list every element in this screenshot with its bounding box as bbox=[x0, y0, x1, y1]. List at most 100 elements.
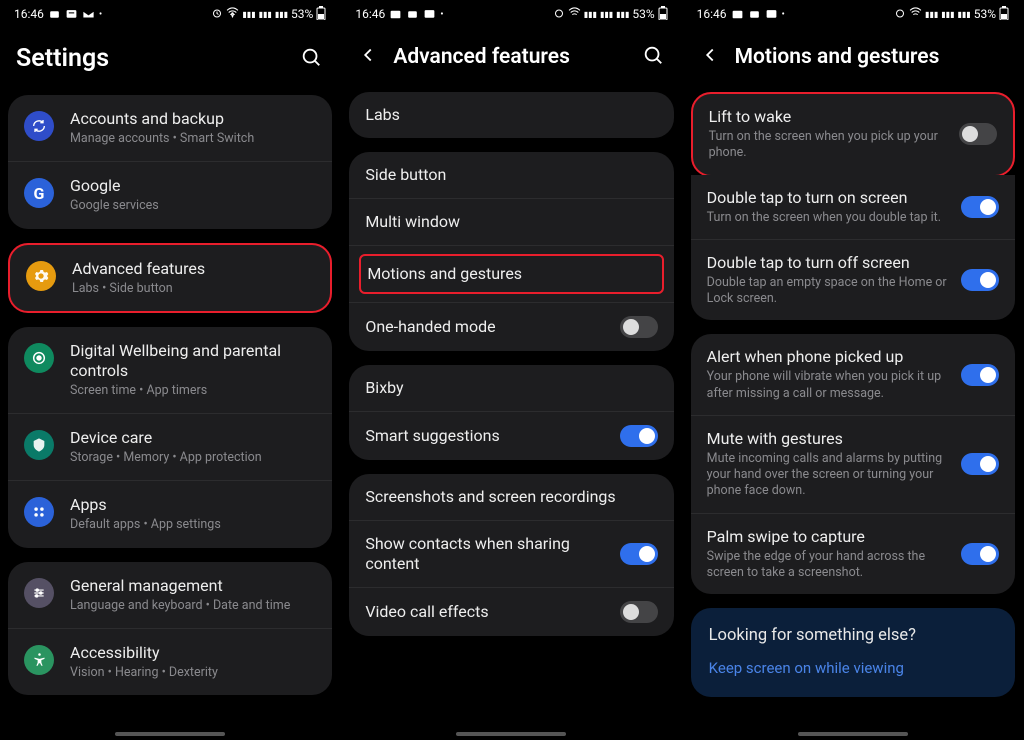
status-time: 16:46 bbox=[355, 7, 385, 21]
row-multi-window[interactable]: Multi window bbox=[349, 199, 673, 246]
page-title: Settings bbox=[16, 44, 288, 73]
row-alert-picked-up[interactable]: Alert when phone picked up Your phone wi… bbox=[691, 334, 1015, 416]
more-dot-icon: • bbox=[782, 9, 785, 20]
row-smart-suggestions[interactable]: Smart suggestions bbox=[349, 412, 673, 460]
row-mute-gestures[interactable]: Mute with gestures Mute incoming calls a… bbox=[691, 416, 1015, 514]
row-sub: Turn on the screen when you double tap i… bbox=[707, 210, 949, 226]
battery-icon bbox=[999, 6, 1009, 23]
battery-icon bbox=[658, 6, 668, 23]
row-title: Video call effects bbox=[365, 602, 607, 622]
switch-double-tap-off[interactable] bbox=[961, 269, 999, 291]
row-title: Double tap to turn off screen bbox=[707, 253, 949, 273]
switch-smart-suggestions[interactable] bbox=[620, 425, 658, 447]
switch-one-handed[interactable] bbox=[620, 316, 658, 338]
info-link-keep-screen-on[interactable]: Keep screen on while viewing bbox=[709, 659, 997, 677]
switch-alert-picked-up[interactable] bbox=[961, 364, 999, 386]
row-side-button[interactable]: Side button bbox=[349, 152, 673, 199]
row-title: Labs bbox=[365, 105, 657, 125]
signal-icon: ▮▮▮ bbox=[616, 10, 629, 19]
row-title: Alert when phone picked up bbox=[707, 347, 949, 367]
row-title: Digital Wellbeing and parental controls bbox=[70, 341, 316, 381]
more-dot-icon: • bbox=[440, 9, 443, 20]
status-bar: 16:46 • ▮▮▮ ▮▮▮ ▮▮▮ 53% bbox=[0, 0, 340, 28]
search-icon[interactable] bbox=[300, 46, 324, 72]
row-accounts-backup[interactable]: Accounts and backup Manage accounts • Sm… bbox=[8, 95, 332, 162]
row-sub: Vision • Hearing • Dexterity bbox=[70, 665, 316, 681]
back-icon[interactable] bbox=[357, 44, 381, 70]
signal-icon: ▮▮▮ bbox=[275, 10, 288, 19]
device-care-icon bbox=[24, 430, 54, 460]
sliders-icon bbox=[24, 578, 54, 608]
header: Advanced features bbox=[341, 28, 681, 92]
header: Settings bbox=[0, 28, 340, 95]
back-icon[interactable] bbox=[699, 44, 723, 70]
notif-icon bbox=[423, 8, 436, 21]
row-motions-gestures[interactable]: Motions and gestures bbox=[359, 254, 663, 294]
row-double-tap-off[interactable]: Double tap to turn off screen Double tap… bbox=[691, 240, 1015, 321]
nav-handle[interactable] bbox=[456, 732, 566, 736]
status-time: 16:46 bbox=[697, 7, 727, 21]
row-title: Advanced features bbox=[72, 259, 314, 279]
row-lift-to-wake[interactable]: Lift to wake Turn on the screen when you… bbox=[693, 94, 1013, 175]
switch-show-contacts[interactable] bbox=[620, 543, 658, 565]
row-sub: Language and keyboard • Date and time bbox=[70, 598, 316, 614]
row-one-handed-mode[interactable]: One-handed mode bbox=[349, 303, 673, 351]
row-title: Smart suggestions bbox=[365, 426, 607, 446]
row-bixby[interactable]: Bixby bbox=[349, 365, 673, 412]
switch-palm-swipe[interactable] bbox=[961, 543, 999, 565]
row-sub: Screen time • App timers bbox=[70, 383, 316, 399]
row-title: Multi window bbox=[365, 212, 657, 232]
alarm-icon bbox=[894, 7, 906, 22]
row-sub: Default apps • App settings bbox=[70, 517, 316, 533]
row-apps[interactable]: Apps Default apps • App settings bbox=[8, 481, 332, 547]
accessibility-icon bbox=[24, 645, 54, 675]
row-double-tap-on[interactable]: Double tap to turn on screen Turn on the… bbox=[691, 175, 1015, 240]
row-digital-wellbeing[interactable]: Digital Wellbeing and parental controls … bbox=[8, 327, 332, 414]
google-icon: G bbox=[24, 178, 54, 208]
wifi-icon bbox=[909, 6, 922, 22]
status-bar: 16:46 • ▮▮▮ ▮▮▮ ▮▮▮ 53% bbox=[341, 0, 681, 28]
row-title: General management bbox=[70, 576, 316, 596]
more-dot-icon: • bbox=[99, 9, 102, 20]
alarm-icon bbox=[553, 7, 565, 22]
row-google[interactable]: G Google Google services bbox=[8, 162, 332, 228]
apps-icon bbox=[24, 497, 54, 527]
mail-icon bbox=[82, 8, 95, 21]
nav-handle[interactable] bbox=[798, 732, 908, 736]
row-video-call-effects[interactable]: Video call effects bbox=[349, 588, 673, 636]
row-palm-swipe[interactable]: Palm swipe to capture Swipe the edge of … bbox=[691, 514, 1015, 595]
row-title: Show contacts when sharing content bbox=[365, 534, 607, 574]
row-advanced-features[interactable]: Advanced features Labs • Side button bbox=[10, 245, 330, 311]
switch-video-call[interactable] bbox=[620, 601, 658, 623]
row-screenshots-recordings[interactable]: Screenshots and screen recordings bbox=[349, 474, 673, 521]
row-accessibility[interactable]: Accessibility Vision • Hearing • Dexteri… bbox=[8, 629, 332, 695]
notif-icon bbox=[765, 8, 778, 21]
switch-double-tap-on[interactable] bbox=[961, 196, 999, 218]
signal-icon: ▮▮▮ bbox=[941, 10, 954, 19]
notif-icon bbox=[65, 8, 78, 21]
alarm-icon bbox=[211, 7, 223, 22]
notif-icon bbox=[48, 8, 61, 21]
wifi-icon bbox=[568, 6, 581, 22]
signal-icon: ▮▮▮ bbox=[259, 10, 272, 19]
row-title: Palm swipe to capture bbox=[707, 527, 949, 547]
row-sub: Turn on the screen when you pick up your… bbox=[709, 129, 947, 162]
row-title: Double tap to turn on screen bbox=[707, 188, 949, 208]
notif-icon bbox=[748, 8, 761, 21]
status-bar: 16:46 • ▮▮▮ ▮▮▮ ▮▮▮ 53% bbox=[683, 0, 1023, 28]
switch-mute-gestures[interactable] bbox=[961, 453, 999, 475]
pane-motions-gestures: 16:46 • ▮▮▮ ▮▮▮ ▮▮▮ 53% Motions and gest… bbox=[683, 0, 1024, 740]
row-labs[interactable]: Labs bbox=[349, 92, 673, 138]
switch-lift-to-wake[interactable] bbox=[959, 123, 997, 145]
row-title: Screenshots and screen recordings bbox=[365, 487, 657, 507]
search-icon[interactable] bbox=[642, 44, 666, 70]
row-title: Side button bbox=[365, 165, 657, 185]
row-show-contacts-sharing[interactable]: Show contacts when sharing content bbox=[349, 521, 673, 588]
row-general-management[interactable]: General management Language and keyboard… bbox=[8, 562, 332, 629]
battery-percent: 53% bbox=[291, 7, 313, 21]
nav-handle[interactable] bbox=[115, 732, 225, 736]
row-device-care[interactable]: Device care Storage • Memory • App prote… bbox=[8, 414, 332, 481]
info-card: Looking for something else? Keep screen … bbox=[691, 608, 1015, 697]
gear-icon bbox=[26, 261, 56, 291]
row-title: Accessibility bbox=[70, 643, 316, 663]
